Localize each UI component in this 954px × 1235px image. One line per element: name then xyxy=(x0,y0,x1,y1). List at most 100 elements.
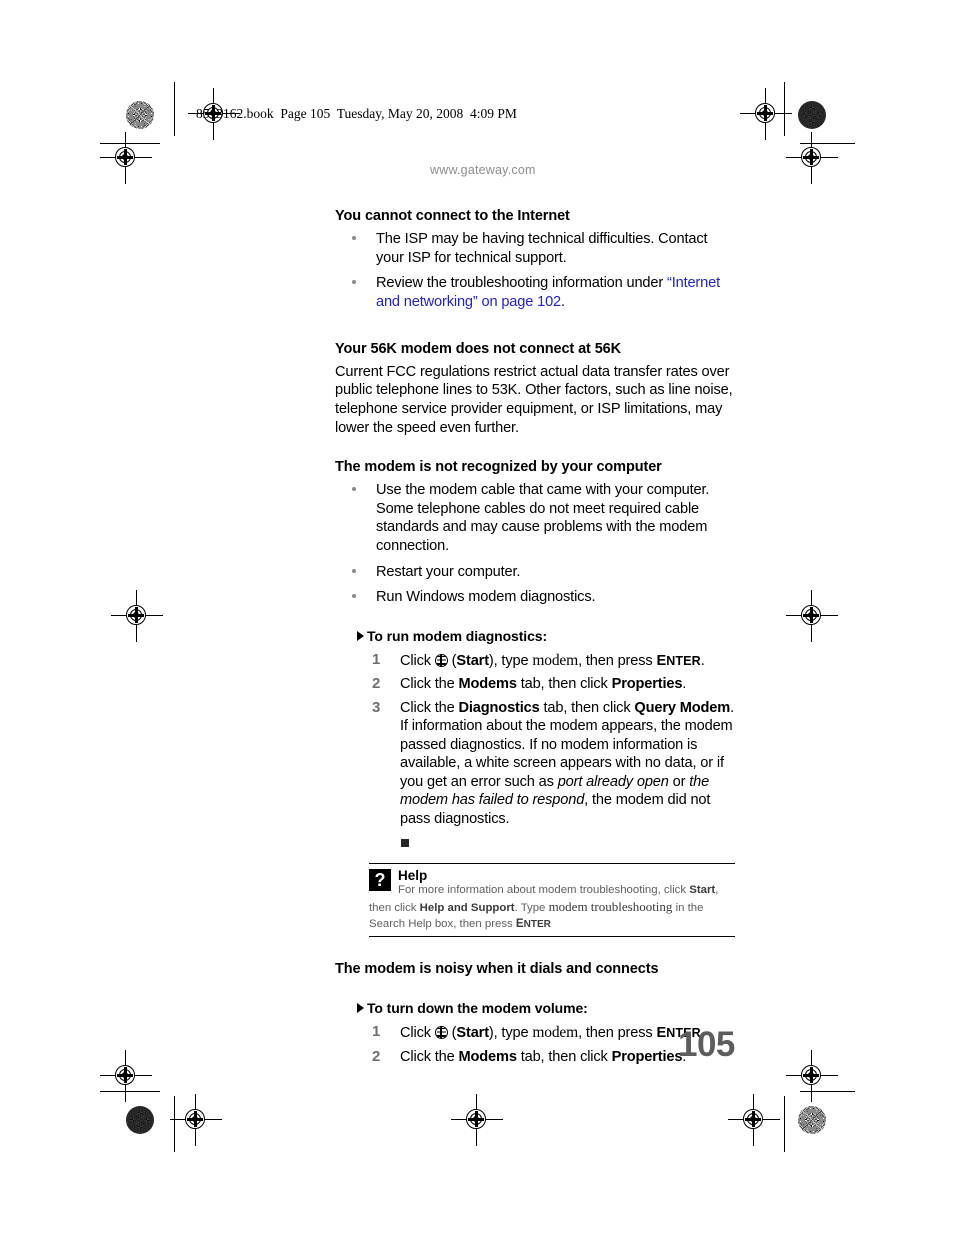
help-key-name: ENTER xyxy=(515,917,551,931)
step-text-segment: or xyxy=(668,773,690,790)
step-key-name: ENTER xyxy=(656,652,701,669)
procedure-title: To turn down the modem volume: xyxy=(367,999,588,1016)
procedure-title: To run modem diagnostics: xyxy=(367,627,548,644)
step-bold-term: Start xyxy=(456,652,489,669)
step-text-segment: tab, then click xyxy=(516,676,612,693)
registration-cross-middle-right xyxy=(786,590,838,642)
step-text-segment: tab, then click xyxy=(516,1048,612,1065)
step-text: Click the Modems tab, then click Propert… xyxy=(400,1049,686,1065)
step-text-segment: . xyxy=(682,676,687,693)
step-text: Click the Modems tab, then click Propert… xyxy=(400,676,686,692)
trim-line-lower-right-horizontal xyxy=(800,1091,855,1092)
section-heading-56k-modem: Your 56K modem does not connect at 56K xyxy=(335,340,621,357)
step-bold-term: Start xyxy=(456,1024,489,1041)
section-heading-cannot-connect: You cannot connect to the Internet xyxy=(335,208,570,224)
registration-cross-bottom-left xyxy=(170,1094,222,1146)
step-number: 1 xyxy=(372,650,381,668)
bullet-dot-icon xyxy=(352,236,356,241)
book-info-line: 8513162.book Page 105 Tuesday, May 20, 2… xyxy=(196,106,517,121)
step-text-segment: , then press xyxy=(578,652,657,669)
registration-cross-lower-left xyxy=(100,1050,152,1102)
list-item-text: Restart your computer. xyxy=(376,563,521,580)
registration-circle-bottom-right xyxy=(798,1106,826,1134)
section-heading-not-recognized: The modem is not recognized by your comp… xyxy=(335,459,662,476)
running-head-url: www.gateway.com xyxy=(430,163,536,177)
registration-cross-middle-left xyxy=(111,590,163,642)
trim-line-lower-left-horizontal xyxy=(100,1091,160,1092)
list-item: Use the modem cable that came with your … xyxy=(335,481,735,555)
registration-cross-bottom-center xyxy=(451,1094,503,1146)
step-list-turn-down-volume: 1 Click (Start), type modem, then press … xyxy=(335,1023,735,1066)
step-text-segment: Click the xyxy=(400,1048,459,1065)
list-item-text: Review the troubleshooting information u… xyxy=(376,275,667,292)
document-page: 8513162.book Page 105 Tuesday, May 20, 2… xyxy=(0,0,954,1235)
step-bold-term: Diagnostics xyxy=(458,699,540,716)
registration-cross-bottom-right xyxy=(728,1094,780,1146)
list-item: Run Windows modem diagnostics. xyxy=(335,588,735,607)
end-of-procedure-marker xyxy=(401,838,409,847)
step-bold-term: Properties xyxy=(611,1048,683,1065)
step-bold-term: Query Modem xyxy=(634,699,731,716)
help-typed-text: modem troubleshooting xyxy=(548,899,673,915)
step-item: 1 Click (Start), type modem, then press … xyxy=(335,1023,735,1043)
registration-circle-bottom-left xyxy=(126,1106,154,1134)
help-note-box: ? Help For more information about modem … xyxy=(369,862,735,937)
step-bold-term: Modems xyxy=(458,676,517,693)
step-number: 2 xyxy=(372,1047,381,1065)
procedure-heading-run-diagnostics: To run modem diagnostics: xyxy=(335,628,735,644)
step-number: 2 xyxy=(372,675,381,693)
list-item-text-tail: . xyxy=(561,293,565,310)
list-item-text: Use the modem cable that came with your … xyxy=(376,482,710,555)
step-bold-term: Properties xyxy=(611,676,683,693)
step-text-segment: , then press xyxy=(578,1024,657,1041)
step-number: 3 xyxy=(372,698,381,716)
registration-circle-top-right xyxy=(798,101,826,129)
bullet-list-cannot-connect: The ISP may be having technical difficul… xyxy=(335,230,735,311)
step-item: 3 Click the Diagnostics tab, then click … xyxy=(335,699,735,829)
step-bold-term: Modems xyxy=(458,1048,517,1065)
step-text-segment: Click xyxy=(400,652,435,669)
step-list-run-diagnostics: 1 Click (Start), type modem, then press … xyxy=(335,651,735,829)
step-text: Click the Diagnostics tab, then click Qu… xyxy=(400,700,734,827)
step-text-segment: Click xyxy=(400,1024,435,1041)
bullet-dot-icon xyxy=(352,487,356,492)
triangle-marker-icon xyxy=(357,630,364,641)
bullet-dot-icon xyxy=(352,568,356,573)
help-bold-term: Start xyxy=(689,884,716,897)
trim-line-top-left-vertical xyxy=(174,82,175,136)
trim-line-bottom-right-vertical xyxy=(784,1096,785,1152)
step-italic-term: port already open xyxy=(557,773,669,790)
start-orb-icon xyxy=(434,1025,448,1039)
start-orb-icon xyxy=(434,653,448,667)
step-item: 1 Click (Start), type modem, then press … xyxy=(335,651,735,671)
registration-cross-upper-left xyxy=(100,132,152,184)
list-item: Restart your computer. xyxy=(335,563,735,582)
section-paragraph-56k-modem: Current FCC regulations restrict actual … xyxy=(335,363,733,436)
help-note-title: Help xyxy=(398,867,428,883)
bullet-list-not-recognized: Use the modem cable that came with your … xyxy=(335,481,735,606)
step-typed-text: modem xyxy=(532,651,579,669)
step-text-segment: Click the xyxy=(400,676,459,693)
step-text-segment: ), type xyxy=(488,1024,533,1041)
step-text-segment: tab, then click xyxy=(539,699,635,716)
list-item-text: Run Windows modem diagnostics. xyxy=(376,589,596,606)
registration-cross-lower-right xyxy=(786,1050,838,1102)
help-bold-term: Help and Support xyxy=(419,902,515,915)
procedure-heading-turn-down-volume: To turn down the modem volume: xyxy=(335,1000,735,1016)
step-text-segment: Click the xyxy=(400,699,459,716)
step-number: 1 xyxy=(372,1022,381,1040)
page-number: 105 xyxy=(678,1025,735,1064)
list-item-text: The ISP may be having technical difficul… xyxy=(376,231,708,266)
step-item: 2 Click the Modems tab, then click Prope… xyxy=(335,675,735,694)
bullet-dot-icon xyxy=(352,594,356,599)
help-text-segment: . Type xyxy=(514,902,549,915)
registration-cross-upper-right xyxy=(786,132,838,184)
page-content: You cannot connect to the Internet The I… xyxy=(335,208,735,1071)
step-text-segment: ), type xyxy=(488,652,533,669)
step-text-segment: . xyxy=(700,652,705,669)
section-heading-noisy-modem: The modem is noisy when it dials and con… xyxy=(335,960,659,977)
step-typed-text: modem xyxy=(532,1023,579,1041)
